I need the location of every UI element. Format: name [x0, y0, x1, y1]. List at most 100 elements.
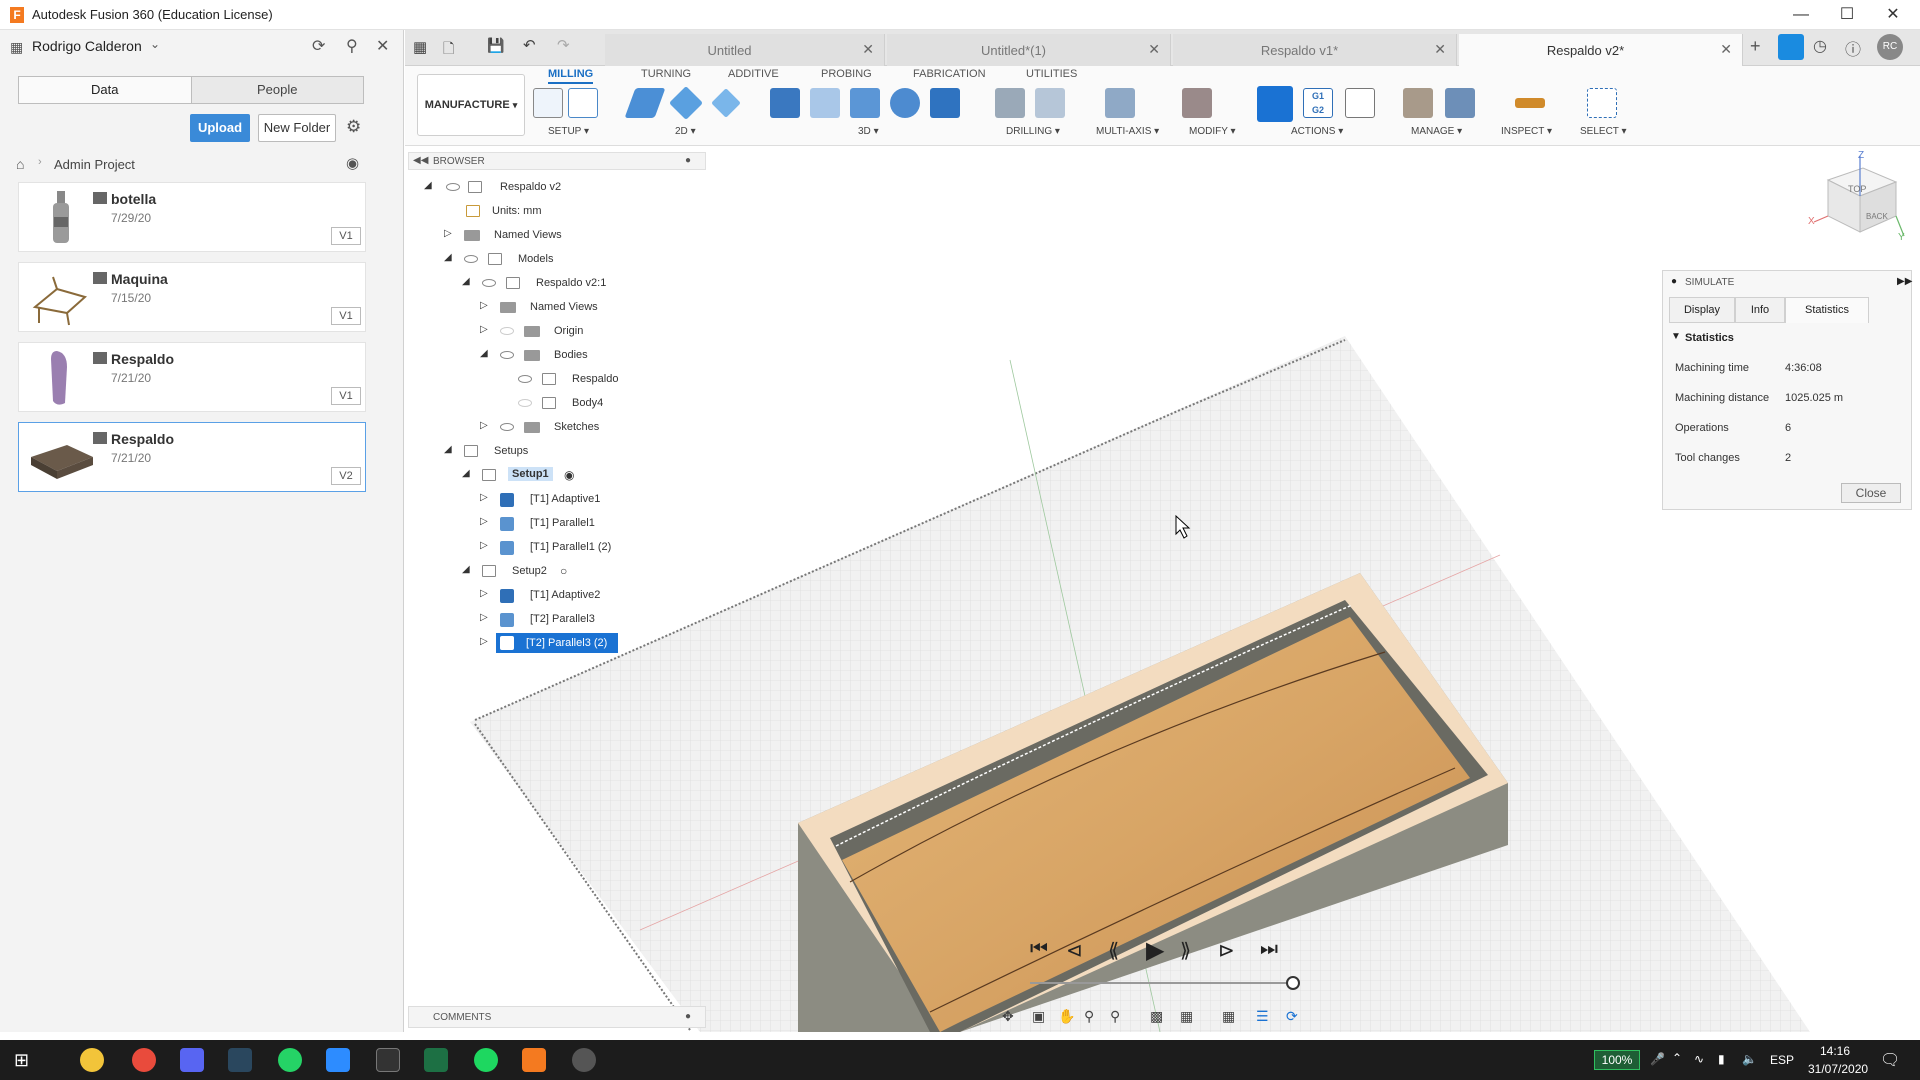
- tab-info[interactable]: Info: [1735, 297, 1785, 323]
- version-dropdown[interactable]: V1: [331, 387, 361, 405]
- expand-arrow-icon[interactable]: ▷: [480, 588, 488, 599]
- multi-axis-icon[interactable]: [1105, 88, 1135, 118]
- play-icon[interactable]: ▶: [1146, 936, 1164, 965]
- expand-arrow-icon[interactable]: ▷: [480, 324, 488, 335]
- file-menu-icon[interactable]: 🗋: [443, 38, 454, 62]
- search-icon[interactable]: ⚲: [346, 36, 358, 56]
- tab-probing[interactable]: PROBING: [821, 68, 872, 80]
- redo-icon[interactable]: ↷: [557, 36, 570, 54]
- close-tab-icon[interactable]: ✕: [1148, 41, 1160, 58]
- tree-node-named-views[interactable]: ▷ Named Views: [408, 224, 708, 248]
- post-process-icon[interactable]: G1 G2: [1303, 88, 1333, 118]
- clock-time[interactable]: 14:16: [1820, 1044, 1850, 1058]
- parallel-3d-icon[interactable]: [850, 88, 880, 118]
- close-tab-icon[interactable]: ✕: [1434, 41, 1446, 58]
- new-setup-icon[interactable]: [568, 88, 598, 118]
- excel-icon[interactable]: [424, 1048, 448, 1072]
- visibility-eye-off-icon[interactable]: [518, 399, 532, 407]
- whatsapp-icon[interactable]: [278, 1048, 302, 1072]
- extensions-icon[interactable]: [1778, 34, 1804, 60]
- battery-indicator[interactable]: 100%: [1594, 1050, 1640, 1070]
- volume-icon[interactable]: 🔈: [1742, 1052, 1757, 1066]
- group-3d[interactable]: 3D ▾: [858, 126, 879, 137]
- version-dropdown[interactable]: V1: [331, 227, 361, 245]
- skip-to-start-icon[interactable]: ⏮: [1030, 938, 1048, 961]
- refresh-view-icon[interactable]: ⟳: [1286, 1008, 1298, 1025]
- chrome-icon[interactable]: [132, 1048, 156, 1072]
- visibility-eye-icon[interactable]: [500, 351, 514, 359]
- viewcube[interactable]: TOP BACK Z X Y: [1808, 150, 1908, 250]
- save-icon[interactable]: 💾: [487, 37, 504, 54]
- doc-tab-respaldo-v1[interactable]: Respaldo v1* ✕: [1173, 34, 1457, 66]
- visibility-eye-icon[interactable]: [446, 183, 460, 191]
- doc-tab-untitled-1[interactable]: Untitled*(1) ✕: [887, 34, 1171, 66]
- tab-utilities[interactable]: UTILITIES: [1026, 68, 1077, 80]
- timeline-handle[interactable]: [1286, 976, 1300, 990]
- tab-statistics[interactable]: Statistics: [1785, 297, 1869, 323]
- expand-arrow-icon[interactable]: ◢: [424, 180, 432, 191]
- apps-grid-icon[interactable]: ▦: [413, 38, 427, 56]
- pocket-2d-icon[interactable]: [669, 86, 703, 120]
- close-button[interactable]: Close: [1841, 483, 1901, 503]
- tree-node-op[interactable]: ▷ [T2] Parallel3: [408, 608, 708, 632]
- select-icon[interactable]: [1587, 88, 1617, 118]
- group-manage[interactable]: MANAGE ▾: [1411, 126, 1462, 137]
- help-icon[interactable]: ⓘ: [1845, 36, 1861, 60]
- tree-node-units[interactable]: Units: mm: [408, 200, 708, 224]
- expand-arrow-icon[interactable]: ◢: [462, 468, 470, 479]
- spotify-icon[interactable]: [474, 1048, 498, 1072]
- visibility-eye-icon[interactable]: [500, 423, 514, 431]
- modify-icon[interactable]: [1182, 88, 1212, 118]
- browser-header[interactable]: ◀◀ BROWSER ●: [408, 152, 706, 170]
- tab-additive[interactable]: ADDITIVE: [728, 68, 779, 80]
- expand-arrow-icon[interactable]: ▷: [480, 492, 488, 503]
- expand-arrow-icon[interactable]: ◢: [462, 276, 470, 287]
- display-settings-icon[interactable]: ▩: [1150, 1008, 1163, 1025]
- scallop-3d-icon[interactable]: [890, 88, 920, 118]
- doc-tab-respaldo-v2[interactable]: Respaldo v2* ✕: [1459, 34, 1743, 66]
- tree-node-setup2[interactable]: ◢ Setup2 ○: [408, 560, 708, 584]
- new-folder-tool-icon[interactable]: [533, 88, 563, 118]
- tree-node-op[interactable]: ▷ [T1] Parallel1: [408, 512, 708, 536]
- minimize-button[interactable]: —: [1778, 0, 1824, 30]
- comments-pin-icon[interactable]: ●: [685, 1011, 691, 1022]
- group-actions[interactable]: ACTIONS ▾: [1291, 126, 1343, 137]
- orbit-icon[interactable]: ✥: [1002, 1008, 1014, 1025]
- avatar[interactable]: RC: [1877, 34, 1903, 60]
- setup-radio-icon[interactable]: ○: [560, 564, 567, 578]
- group-select[interactable]: SELECT ▾: [1580, 126, 1627, 137]
- gear-icon[interactable]: ⚙: [346, 117, 361, 137]
- close-tab-icon[interactable]: ✕: [862, 41, 874, 58]
- contour-2d-icon[interactable]: [711, 88, 741, 118]
- version-dropdown[interactable]: V2: [331, 467, 361, 485]
- new-tab-icon[interactable]: +: [1750, 36, 1761, 57]
- upload-button[interactable]: Upload: [190, 114, 250, 142]
- tree-node-op-selected[interactable]: ▷ [T2] Parallel3 (2): [408, 632, 708, 656]
- expand-arrow-icon[interactable]: ▷: [480, 420, 488, 431]
- job-status-icon[interactable]: ◷: [1813, 36, 1827, 56]
- zoom-window-icon[interactable]: ⚲: [1110, 1008, 1120, 1025]
- look-at-icon[interactable]: ▣: [1032, 1008, 1045, 1025]
- machine-library-icon[interactable]: [1445, 88, 1475, 118]
- layers-icon[interactable]: ☰: [1256, 1008, 1269, 1025]
- language-indicator[interactable]: ESP: [1770, 1053, 1794, 1067]
- pan-icon[interactable]: ✋: [1058, 1008, 1075, 1025]
- collapse-browser-icon[interactable]: ◀◀: [413, 155, 428, 166]
- expand-arrow-icon[interactable]: ▷: [480, 300, 488, 311]
- battery-icon[interactable]: ▮: [1718, 1052, 1725, 1066]
- discord-icon[interactable]: [180, 1048, 204, 1072]
- viewcube-icon[interactable]: [1808, 150, 1908, 250]
- setup-sheet-icon[interactable]: [1345, 88, 1375, 118]
- collapse-arrow-icon[interactable]: ▼: [1671, 331, 1681, 342]
- expand-arrow-icon[interactable]: ◢: [480, 348, 488, 359]
- group-2d[interactable]: 2D ▾: [675, 126, 696, 137]
- expand-arrow-icon[interactable]: ◢: [444, 252, 452, 263]
- clock-date[interactable]: 31/07/2020: [1808, 1062, 1868, 1076]
- visibility-eye-icon[interactable]: [482, 279, 496, 287]
- close-icon[interactable]: ✕: [376, 36, 389, 56]
- close-window-button[interactable]: ✕: [1870, 0, 1916, 30]
- face-2d-icon[interactable]: [624, 88, 666, 118]
- tree-node-op[interactable]: ▷ [T1] Adaptive2: [408, 584, 708, 608]
- visibility-eye-icon[interactable]: [518, 375, 532, 383]
- group-setup[interactable]: SETUP ▾: [548, 126, 589, 137]
